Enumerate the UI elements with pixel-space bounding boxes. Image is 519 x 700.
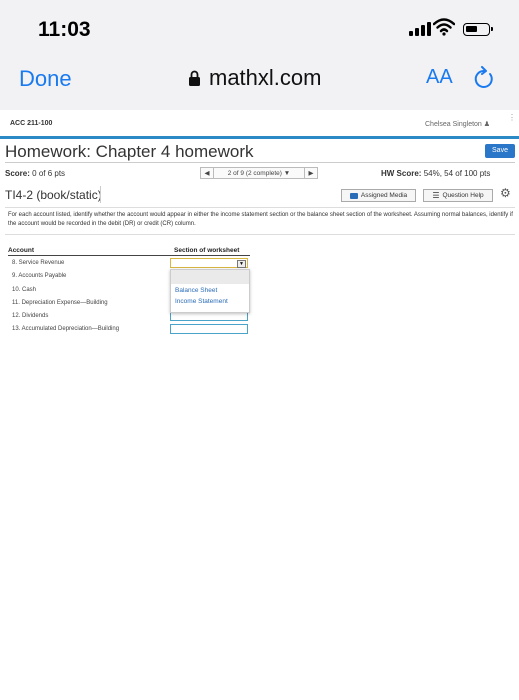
course-code: ACC 211-100 [10,120,53,127]
table-row: 10. Cash [12,287,37,293]
accent-bar [0,136,519,139]
url-text: mathxl.com [209,65,322,90]
status-time: 11:03 [38,18,91,41]
score: Score: 0 of 6 pts [5,169,66,178]
signal-icon [409,22,431,36]
aa-label: AA [426,66,453,88]
column-header-account: Account [8,247,34,254]
table-row: 11. Depreciation Expense—Building [12,300,108,306]
chevron-down-icon: ▼ [237,260,246,268]
browser-chrome [0,0,519,110]
user-name[interactable]: Chelsea Singleton ♟ [425,120,490,128]
table-row: 8. Service Revenue [12,260,65,266]
wifi-icon [432,18,456,41]
text-size-button[interactable]: AA [426,66,453,89]
user-icon: ♟ [483,121,491,128]
question-help-button[interactable]: ☰ Question Help [423,189,493,202]
more-icon[interactable]: ⋮ [508,113,516,122]
dropdown-menu: Balance Sheet Income Statement [170,269,250,313]
reload-icon[interactable] [473,66,495,95]
divider [5,162,515,163]
instructions: For each account listed, identify whethe… [8,212,513,227]
gear-icon[interactable]: ⚙ [500,186,511,200]
page-title: Homework: Chapter 4 homework [5,142,254,161]
question-selector[interactable]: 2 of 9 (2 complete) ▼ [214,167,304,179]
next-question-button[interactable]: ▶ [304,167,318,179]
divider [100,186,101,203]
table-row: 9. Accounts Payable [12,273,67,279]
save-button[interactable]: Save [485,144,515,158]
hw-score: HW Score: 54%, 54 of 100 pts [381,169,491,178]
section-select[interactable]: ▼ [170,258,248,268]
assigned-media-button[interactable]: Assigned Media [341,189,416,202]
dropdown-option[interactable]: Balance Sheet [175,287,217,294]
section-select[interactable] [170,324,248,334]
table-row: 12. Dividends [12,313,49,319]
column-header-section: Section of worksheet [174,247,240,254]
divider [5,207,515,208]
question-nav: ◀ 2 of 9 (2 complete) ▼ ▶ [200,167,318,179]
battery-icon [463,23,493,36]
divider [5,234,515,235]
list-icon: ☰ [432,191,440,200]
url-bar[interactable]: mathxl.com [188,65,321,91]
lock-icon [189,70,200,86]
prev-question-button[interactable]: ◀ [200,167,214,179]
header-rule [8,255,250,256]
done-button[interactable]: Done [19,66,72,92]
question-id: TI4-2 (book/static) [5,188,102,202]
dropdown-option-blank[interactable] [171,270,249,284]
table-row: 13. Accumulated Depreciation—Building [12,326,120,332]
media-icon [349,192,358,199]
dropdown-option[interactable]: Income Statement [175,298,228,305]
